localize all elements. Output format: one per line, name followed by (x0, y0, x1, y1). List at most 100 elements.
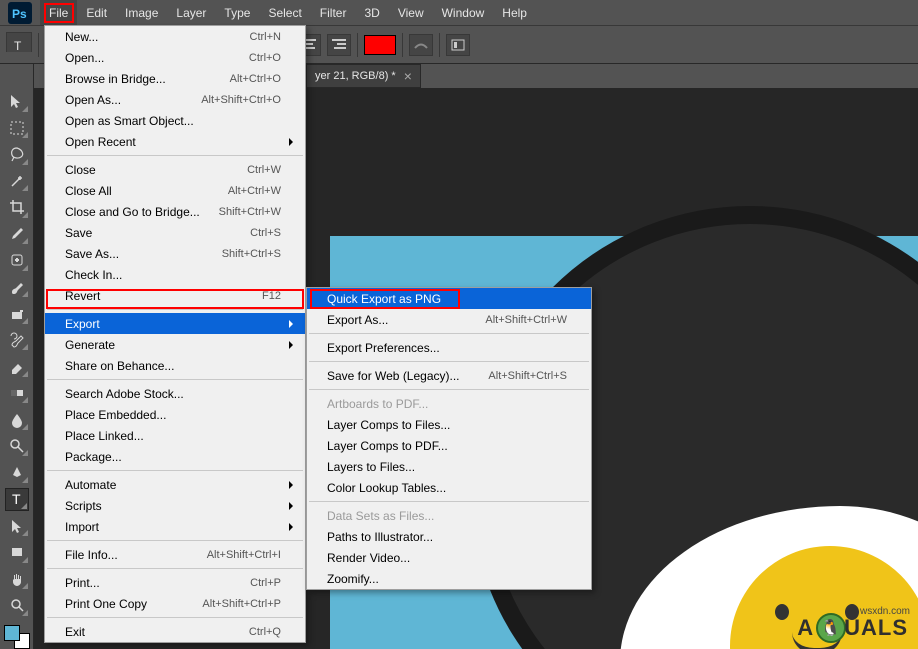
export-menu-item[interactable]: Export Preferences... (307, 337, 591, 358)
menu-help[interactable]: Help (493, 0, 536, 25)
file-menu-item[interactable]: Close and Go to Bridge...Shift+Ctrl+W (45, 201, 305, 222)
submenu-arrow-icon (289, 523, 297, 531)
file-menu-item[interactable]: RevertF12 (45, 285, 305, 306)
file-menu-item[interactable]: Share on Behance... (45, 355, 305, 376)
watermark-logo-icon: 🐧 (816, 613, 846, 643)
clone-stamp-tool[interactable] (5, 302, 29, 325)
file-menu-item[interactable]: Search Adobe Stock... (45, 383, 305, 404)
file-menu-item[interactable]: New... Ctrl+N (45, 26, 305, 47)
menu-item-label: Layer Comps to Files... (327, 418, 450, 432)
file-menu-item[interactable]: Generate (45, 334, 305, 355)
export-menu-item[interactable]: Quick Export as PNG (307, 288, 591, 309)
menu-item-label: Search Adobe Stock... (65, 387, 184, 401)
character-panel-button[interactable] (446, 34, 470, 56)
menu-item-label: Save As... (65, 247, 119, 261)
menu-item-shortcut: Alt+Shift+Ctrl+P (202, 598, 281, 610)
file-menu-item[interactable]: Open as Smart Object... (45, 110, 305, 131)
export-menu-item[interactable]: Save for Web (Legacy)...Alt+Shift+Ctrl+S (307, 365, 591, 386)
eraser-tool[interactable] (5, 355, 29, 378)
lasso-tool[interactable] (5, 143, 29, 166)
file-menu-item[interactable]: Automate (45, 474, 305, 495)
export-menu-item[interactable]: Export As...Alt+Shift+Ctrl+W (307, 309, 591, 330)
file-menu-item[interactable]: Open...Ctrl+O (45, 47, 305, 68)
history-brush-tool[interactable] (5, 329, 29, 352)
file-menu-item[interactable]: Export (45, 313, 305, 334)
watermark: A 🐧 UALS (797, 613, 908, 643)
menu-window[interactable]: Window (433, 0, 494, 25)
submenu-arrow-icon (289, 138, 297, 146)
file-menu-item[interactable]: Print...Ctrl+P (45, 572, 305, 593)
menu-filter[interactable]: Filter (311, 0, 356, 25)
move-tool[interactable] (5, 90, 29, 113)
export-menu-item[interactable]: Layers to Files... (307, 456, 591, 477)
hand-tool[interactable] (5, 568, 29, 591)
menu-layer[interactable]: Layer (167, 0, 215, 25)
file-menu-item[interactable]: Print One Copy Alt+Shift+Ctrl+P (45, 593, 305, 614)
export-menu-item[interactable]: Render Video... (307, 547, 591, 568)
file-menu-item[interactable]: Browse in Bridge... Alt+Ctrl+O (45, 68, 305, 89)
foreground-color-swatch[interactable] (4, 625, 20, 641)
file-menu-item[interactable]: Place Linked... (45, 425, 305, 446)
file-menu-item[interactable]: Check In... (45, 264, 305, 285)
menu-item-label: Layers to Files... (327, 460, 415, 474)
blur-tool[interactable] (5, 408, 29, 431)
menu-separator (47, 540, 303, 541)
file-menu-item[interactable]: File Info...Alt+Shift+Ctrl+I (45, 544, 305, 565)
toolbar-handle[interactable] (0, 52, 34, 64)
menu-item-label: New... (65, 30, 98, 44)
type-tool[interactable]: T (5, 488, 29, 511)
export-menu-item[interactable]: Layer Comps to Files... (307, 414, 591, 435)
file-menu-item[interactable]: ExitCtrl+Q (45, 621, 305, 642)
menu-separator (309, 333, 589, 334)
marquee-tool[interactable] (5, 117, 29, 140)
menu-item-label: Browse in Bridge... (65, 72, 166, 86)
menu-select[interactable]: Select (259, 0, 310, 25)
close-tab-icon[interactable]: × (404, 68, 412, 84)
file-menu-item[interactable]: SaveCtrl+S (45, 222, 305, 243)
menu-image[interactable]: Image (116, 0, 167, 25)
file-menu-item[interactable]: Open Recent (45, 131, 305, 152)
file-menu-item[interactable]: CloseCtrl+W (45, 159, 305, 180)
export-menu-item[interactable]: Color Lookup Tables... (307, 477, 591, 498)
export-menu-item[interactable]: Layer Comps to PDF... (307, 435, 591, 456)
menu-item-shortcut: Alt+Ctrl+O (230, 73, 281, 85)
file-menu-item[interactable]: Open As...Alt+Shift+Ctrl+O (45, 89, 305, 110)
file-menu-item[interactable]: Scripts (45, 495, 305, 516)
eyedropper-tool[interactable] (5, 223, 29, 246)
crop-tool[interactable] (5, 196, 29, 219)
file-menu-item[interactable]: Package... (45, 446, 305, 467)
menu-separator (47, 470, 303, 471)
menu-item-label: Print One Copy (65, 597, 147, 611)
submenu-arrow-icon (289, 341, 297, 349)
export-menu-item[interactable]: Zoomify... (307, 568, 591, 589)
healing-brush-tool[interactable] (5, 249, 29, 272)
menu-item-label: Color Lookup Tables... (327, 481, 446, 495)
file-menu-item[interactable]: Close AllAlt+Ctrl+W (45, 180, 305, 201)
gradient-tool[interactable] (5, 382, 29, 405)
menu-file[interactable]: File (40, 0, 77, 25)
menu-item-shortcut: Ctrl+N (250, 31, 281, 43)
zoom-tool[interactable] (5, 594, 29, 617)
warp-text-button[interactable] (409, 34, 433, 56)
file-menu-item[interactable]: Place Embedded... (45, 404, 305, 425)
menu-item-label: Automate (65, 478, 116, 492)
text-color-chip[interactable] (364, 35, 396, 55)
menu-type[interactable]: Type (215, 0, 259, 25)
file-menu-item[interactable]: Import (45, 516, 305, 537)
pen-tool[interactable] (5, 461, 29, 484)
color-swatches[interactable] (4, 625, 30, 649)
export-menu-item[interactable]: Paths to Illustrator... (307, 526, 591, 547)
menu-separator (47, 617, 303, 618)
path-selection-tool[interactable] (5, 515, 29, 538)
menu-3d[interactable]: 3D (355, 0, 388, 25)
menu-edit[interactable]: Edit (77, 0, 116, 25)
dodge-tool[interactable] (5, 435, 29, 458)
file-menu-item[interactable]: Save As...Shift+Ctrl+S (45, 243, 305, 264)
brush-tool[interactable] (5, 276, 29, 299)
menu-view[interactable]: View (389, 0, 433, 25)
align-right-button[interactable] (327, 34, 351, 56)
menu-item-shortcut: F12 (262, 290, 281, 302)
document-tab[interactable]: yer 21, RGB/8) * × (306, 64, 421, 88)
magic-wand-tool[interactable] (5, 170, 29, 193)
rectangle-tool[interactable] (5, 541, 29, 564)
